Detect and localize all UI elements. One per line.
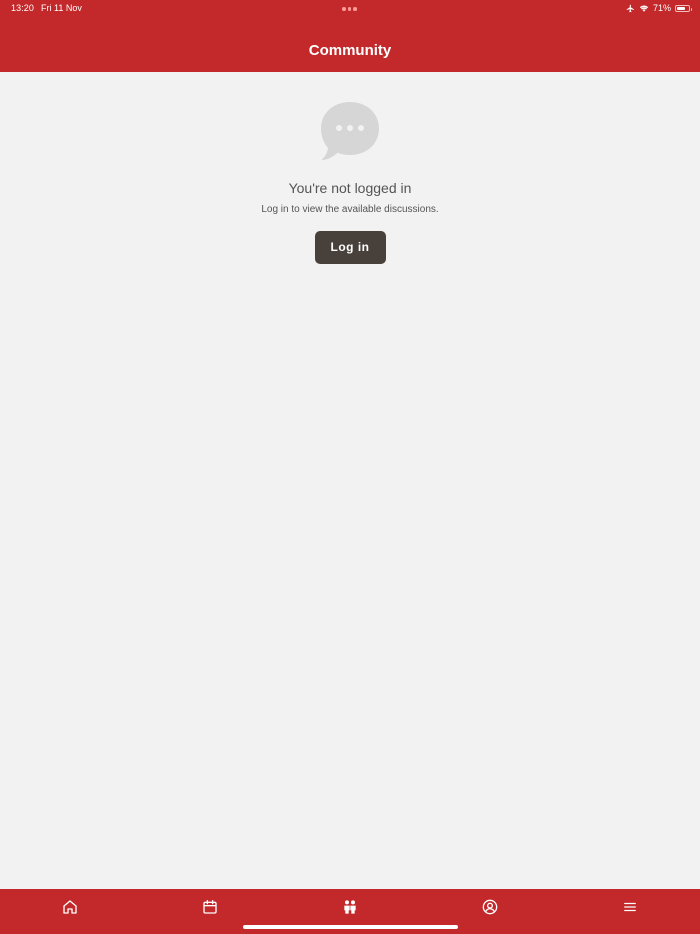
- community-icon: [344, 900, 356, 914]
- home-indicator[interactable]: [243, 925, 458, 929]
- multitasking-dots-icon[interactable]: [342, 7, 357, 11]
- status-bar: 13:20 Fri 11 Nov 71%: [0, 0, 700, 18]
- empty-state-subtitle: Log in to view the available discussions…: [261, 204, 439, 215]
- battery-icon: [675, 4, 692, 12]
- status-indicators: 71%: [626, 2, 692, 14]
- wifi-icon: [639, 5, 649, 12]
- menu-icon: [624, 902, 636, 912]
- status-time: 13:20: [11, 3, 35, 13]
- login-button[interactable]: Log in: [314, 231, 386, 264]
- battery-fill: [677, 6, 685, 10]
- app-header: 13:20 Fri 11 Nov 71% Community: [0, 0, 700, 72]
- calendar-icon: [203, 900, 217, 914]
- airplane-icon: [626, 4, 634, 12]
- tab-profile[interactable]: [480, 897, 500, 917]
- battery-percent: 71%: [652, 3, 671, 13]
- page-title: Community: [308, 42, 392, 59]
- home-icon: [63, 900, 77, 914]
- tab-menu[interactable]: [620, 897, 640, 917]
- empty-state: You're not logged in Log in to view the …: [0, 100, 700, 264]
- status-date: Fri 11 Nov: [41, 3, 82, 13]
- chat-bubble-icon: [321, 102, 379, 160]
- profile-icon: [482, 899, 498, 915]
- empty-state-title: You're not logged in: [288, 180, 412, 196]
- tab-community[interactable]: [340, 897, 360, 917]
- tab-home[interactable]: [60, 897, 80, 917]
- tab-calendar[interactable]: [200, 897, 220, 917]
